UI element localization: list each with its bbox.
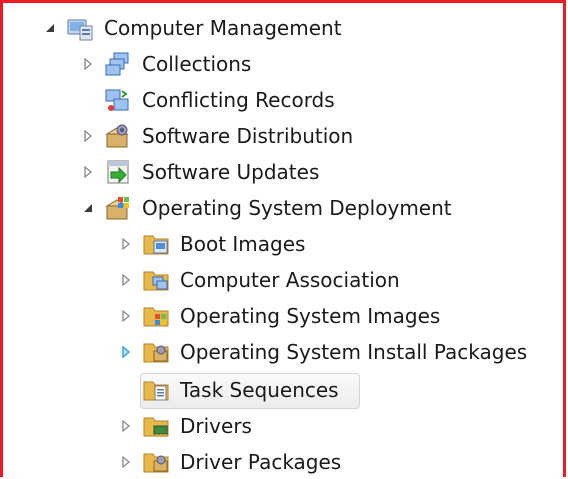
- boot-images-folder-icon: [142, 230, 170, 258]
- collapsed-arrow-icon[interactable]: [78, 155, 98, 189]
- os-deployment-icon: [104, 194, 132, 222]
- tree-node-label: Boot Images: [180, 232, 306, 256]
- tree-node-collections[interactable]: Collections: [78, 47, 251, 81]
- collections-icon: [104, 50, 132, 78]
- collapsed-arrow-icon[interactable]: [78, 119, 98, 153]
- tree-node-software-updates[interactable]: Software Updates: [78, 155, 319, 189]
- drivers-folder-icon: [142, 412, 170, 440]
- software-updates-icon: [104, 158, 132, 186]
- expanded-arrow-icon[interactable]: [40, 11, 60, 45]
- tree-node-label: Software Distribution: [142, 124, 354, 148]
- tree-node-label: Conflicting Records: [142, 88, 335, 112]
- tree-node-label: Operating System Deployment: [142, 196, 452, 220]
- tree-node-operating-system-install-packages[interactable]: Operating System Install Packages: [116, 335, 527, 369]
- computer-association-folder-icon: [142, 266, 170, 294]
- collapsed-arrow-icon[interactable]: [116, 445, 136, 479]
- expanded-arrow-icon[interactable]: [78, 191, 98, 225]
- tree-node-label: Driver Packages: [180, 450, 342, 474]
- tree-node-task-sequences[interactable]: Task Sequences: [116, 373, 339, 407]
- tree-node-label: Computer Association: [180, 268, 400, 292]
- collapsed-arrow-icon[interactable]: [78, 47, 98, 81]
- tree-node-label: Task Sequences: [180, 378, 339, 402]
- tree-node-boot-images[interactable]: Boot Images: [116, 227, 305, 261]
- conflicting-records-icon: [104, 86, 132, 114]
- driver-packages-folder-icon: [142, 448, 170, 476]
- tree-node-label: Operating System Images: [180, 304, 441, 328]
- software-distribution-icon: [104, 122, 132, 150]
- tree-node-label: Operating System Install Packages: [180, 340, 528, 364]
- computer-management-icon: [66, 14, 94, 42]
- tree-node-operating-system-images[interactable]: Operating System Images: [116, 299, 440, 333]
- os-images-folder-icon: [142, 302, 170, 330]
- tree-node-operating-system-deployment[interactable]: Operating System Deployment: [78, 191, 452, 225]
- console-tree: Computer Management Collections Conflict…: [0, 0, 568, 477]
- os-install-packages-folder-icon: [142, 338, 170, 366]
- collapsed-arrow-icon[interactable]: [116, 299, 136, 333]
- tree-node-label: Drivers: [180, 414, 252, 438]
- tree-node-label: Software Updates: [142, 160, 320, 184]
- tree-node-computer-association[interactable]: Computer Association: [116, 263, 400, 297]
- task-sequences-folder-icon: [142, 376, 170, 404]
- tree-node-label: Collections: [142, 52, 252, 76]
- tree-node-label: Computer Management: [104, 16, 342, 40]
- tree-node-software-distribution[interactable]: Software Distribution: [78, 119, 353, 153]
- tree-node-conflicting-records[interactable]: Conflicting Records: [78, 83, 335, 117]
- collapsed-arrow-icon[interactable]: [116, 263, 136, 297]
- collapsed-arrow-hover-icon[interactable]: [116, 335, 136, 369]
- collapsed-arrow-icon[interactable]: [116, 409, 136, 443]
- tree-node-drivers[interactable]: Drivers: [116, 409, 252, 443]
- collapsed-arrow-icon[interactable]: [116, 227, 136, 261]
- tree-node-driver-packages[interactable]: Driver Packages: [116, 445, 341, 479]
- tree-node-computer-management[interactable]: Computer Management: [40, 11, 342, 45]
